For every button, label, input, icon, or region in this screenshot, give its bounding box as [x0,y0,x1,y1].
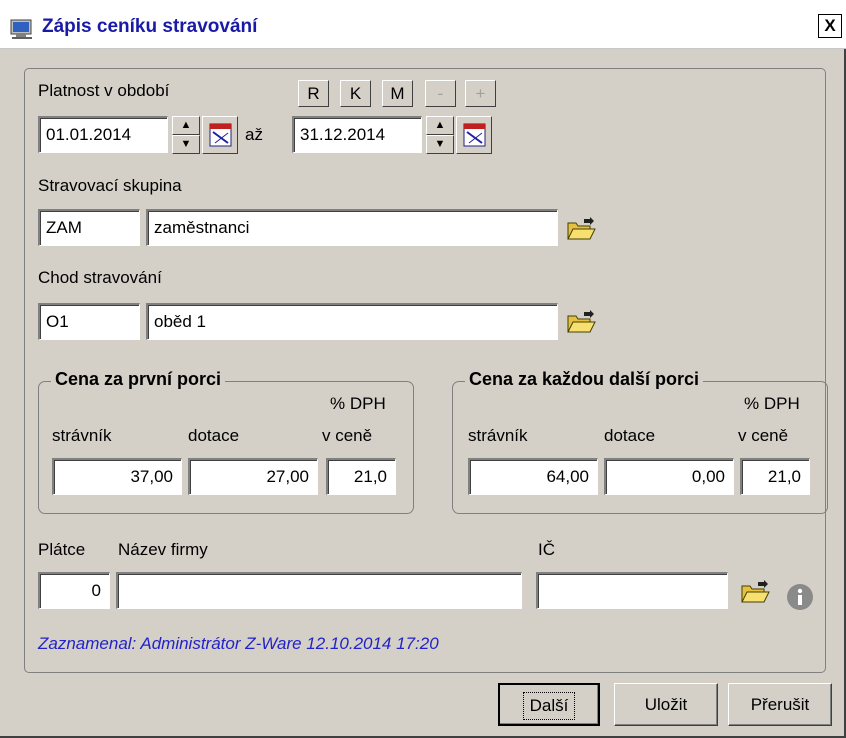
payer-input[interactable]: 0 [38,572,110,609]
meal-group-name-input[interactable]: zaměstnanci [146,209,558,246]
spin-up-icon[interactable]: ▲ [172,116,200,135]
save-button[interactable]: Uložit [614,683,718,726]
cancel-button[interactable]: Přerušit [728,683,832,726]
first-portion-title: Cena za první porci [51,369,226,390]
close-button[interactable]: X [818,14,842,38]
next-subsidy-input[interactable]: 0,00 [604,458,734,495]
next-button[interactable]: Další [498,683,600,726]
validity-label: Platnost v období [38,81,170,100]
date-to-spinner[interactable]: ▲ ▼ [426,116,454,154]
course-label: Chod stravování [38,268,162,287]
open-folder-icon[interactable] [566,310,596,339]
first-diner-price-input[interactable]: 37,00 [52,458,182,495]
meal-group-code-input[interactable]: ZAM [38,209,140,246]
next-diner-price-input[interactable]: 64,00 [468,458,598,495]
next-diner-label: strávník [468,426,528,445]
first-vat-label-bottom: v ceně [322,426,373,445]
quick-quarter-button[interactable]: K [340,80,371,107]
course-name-input[interactable]: oběd 1 [146,303,558,340]
first-diner-label: strávník [52,426,112,445]
spin-down-icon[interactable]: ▼ [426,135,454,154]
next-portion-title: Cena za každou další porci [465,369,704,390]
course-code-input[interactable]: O1 [38,303,140,340]
window-title: Zápis ceníku stravování [42,16,258,37]
first-subsidy-input[interactable]: 27,00 [188,458,318,495]
quick-minus-button[interactable]: - [425,80,456,107]
dialog-window: Zápis ceníku stravování X Platnost v obd… [0,0,846,738]
ic-input[interactable] [536,572,728,609]
date-to-input[interactable]: 31.12.2014 [292,116,422,153]
company-name-input[interactable] [116,572,522,609]
save-button-label: Uložit [644,695,688,714]
ic-label: IČ [538,540,555,559]
date-separator: až [245,125,263,144]
info-icon[interactable] [786,583,814,616]
quick-plus-button[interactable]: + [465,80,496,107]
date-to-calendar-button[interactable] [456,116,492,154]
cancel-button-label: Přerušit [750,695,810,714]
recorded-by-text: Zaznamenal: Administrátor Z-Ware 12.10.2… [38,634,439,653]
title-bar[interactable]: Zápis ceníku stravování X [0,0,846,49]
quick-month-button[interactable]: M [382,80,413,107]
open-folder-icon[interactable] [740,580,770,609]
next-subsidy-label: dotace [604,426,656,445]
first-vat-label-top: % DPH [330,394,386,413]
spin-down-icon[interactable]: ▼ [172,135,200,154]
close-icon: X [824,16,836,35]
first-vat-input[interactable]: 21,0 [326,458,396,495]
date-from-input[interactable]: 01.01.2014 [38,116,168,153]
app-icon [10,18,34,45]
company-name-label: Název firmy [118,540,208,559]
spin-up-icon[interactable]: ▲ [426,116,454,135]
open-folder-icon[interactable] [566,217,596,246]
next-vat-label-top: % DPH [744,394,800,413]
next-vat-label-bottom: v ceně [738,426,789,445]
calendar-icon [209,123,232,147]
next-button-label: Další [522,692,576,720]
payer-label: Plátce [38,540,86,559]
calendar-icon [463,123,486,147]
date-from-spinner[interactable]: ▲ ▼ [172,116,200,154]
date-from-calendar-button[interactable] [202,116,238,154]
meal-group-label: Stravovací skupina [38,176,182,195]
first-subsidy-label: dotace [188,426,240,445]
next-vat-input[interactable]: 21,0 [740,458,810,495]
quick-year-button[interactable]: R [298,80,329,107]
